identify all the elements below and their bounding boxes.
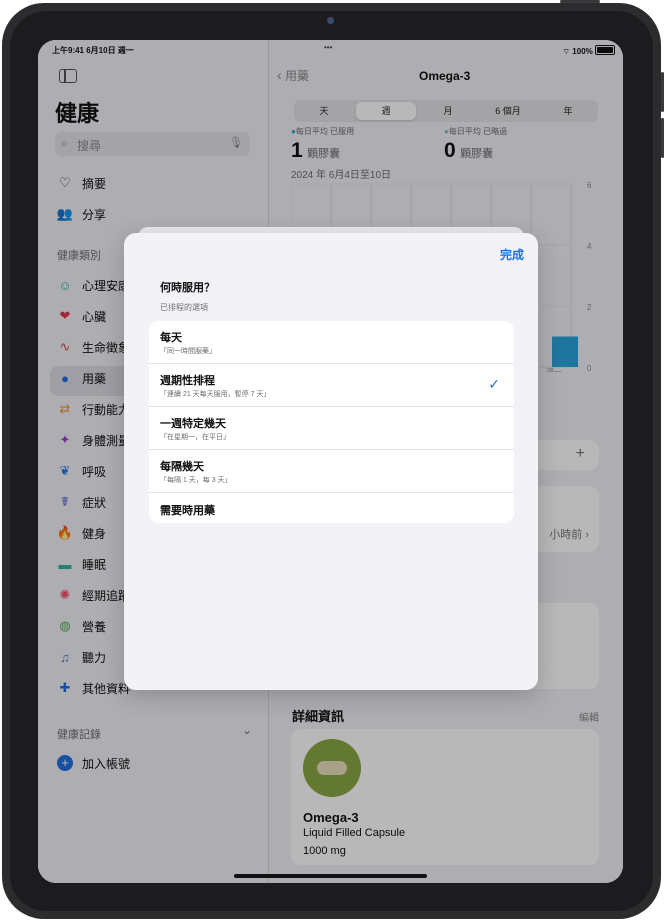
volume-button	[661, 72, 664, 112]
schedule-sheet: 完成 何時服用？ 已排程的選項 每天「同一時間服藥」週期性排程「連續 21 天每…	[124, 233, 538, 690]
done-button[interactable]: 完成	[500, 246, 524, 263]
top-button	[560, 0, 600, 3]
home-indicator[interactable]	[234, 874, 427, 878]
schedule-option[interactable]: 每隔幾天「每隔 1 天，每 3 天」	[149, 450, 514, 493]
camera-icon	[327, 17, 334, 24]
schedule-option[interactable]: 需要時用藥	[149, 493, 514, 523]
schedule-options-list: 每天「同一時間服藥」週期性排程「連續 21 天每天服用，暫停 7 天」 ✓ 一週特定…	[149, 321, 514, 523]
schedule-option[interactable]: 每天「同一時間服藥」	[149, 321, 514, 364]
option-subtitle: 「每隔 1 天，每 3 天」	[160, 477, 232, 484]
options-hint: 已排程的選項	[160, 303, 208, 312]
volume-button	[661, 118, 664, 158]
schedule-option[interactable]: 週期性排程「連續 21 天每天服用，暫停 7 天」 ✓	[149, 364, 514, 407]
question-title: 何時服用？	[160, 282, 215, 294]
option-subtitle: 「連續 21 天每天服用，暫停 7 天」	[160, 391, 271, 398]
option-title: 每隔幾天	[160, 461, 204, 473]
checkmark-icon: ✓	[488, 376, 500, 392]
schedule-option[interactable]: 一週特定幾天「在星期一，在平日」	[149, 407, 514, 450]
option-title: 每天	[160, 332, 182, 344]
option-subtitle: 「在星期一，在平日」	[160, 434, 230, 441]
option-subtitle: 「同一時間服藥」	[160, 348, 216, 355]
option-title: 一週特定幾天	[160, 418, 226, 430]
option-title: 需要時用藥	[160, 505, 215, 517]
option-title: 週期性排程	[160, 375, 215, 387]
screen: 上午9:41 6月10日 週一 健康 ⌕ 搜尋 🎙 ♡ 摘要 👥 分享 健康類別…	[38, 40, 623, 883]
